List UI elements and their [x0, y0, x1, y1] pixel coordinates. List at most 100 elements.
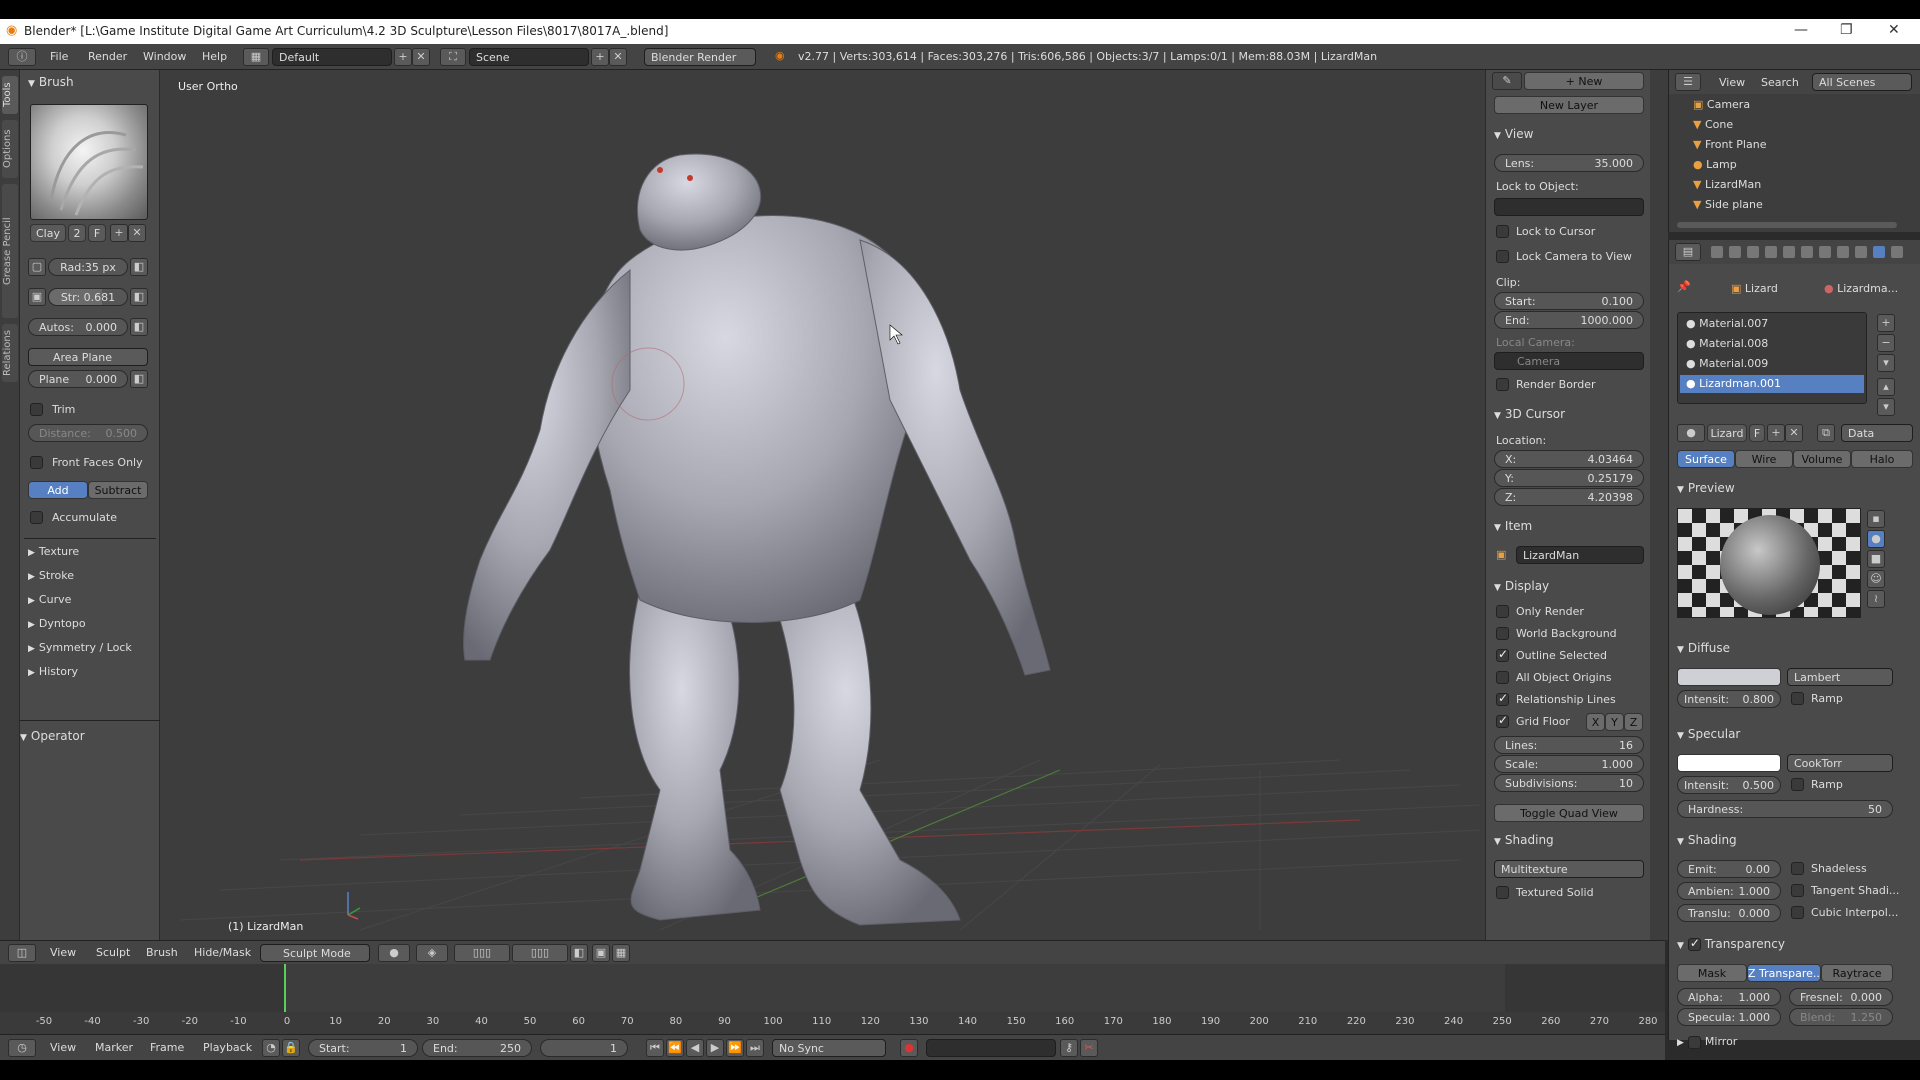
shading-props-header[interactable]: ▼ Shading	[1669, 830, 1920, 850]
brush-fake-user[interactable]: F	[88, 224, 106, 242]
material-fake-user[interactable]: F	[1749, 424, 1765, 442]
radius-unit-icon[interactable]: ▢	[28, 258, 46, 276]
layers-right-icon[interactable]: ▯▯▯	[512, 944, 568, 962]
hardness-slider[interactable]: Hardness: 50	[1677, 800, 1893, 818]
prev-keyframe-icon[interactable]: ⏪	[666, 1039, 684, 1057]
minimize-button[interactable]: —	[1794, 22, 1808, 38]
add-slot-icon[interactable]: +	[1877, 314, 1895, 332]
material-slot-item[interactable]: ● Material.009	[1680, 355, 1864, 373]
menu-file[interactable]: File	[50, 50, 68, 63]
tab-wire[interactable]: Wire	[1735, 450, 1793, 468]
outliner-scope-dropdown[interactable]: All Scenes	[1812, 73, 1912, 91]
play-icon[interactable]: ▶	[706, 1039, 724, 1057]
preview-panel-header[interactable]: ▼ Preview	[1669, 478, 1920, 498]
distance-slider[interactable]: Distance: 0.500	[28, 424, 148, 442]
play-reverse-icon[interactable]: ◀	[686, 1039, 704, 1057]
new-layer-button[interactable]: New Layer	[1494, 96, 1644, 114]
stroke-panel-header[interactable]: ▶ Stroke	[20, 566, 159, 586]
outliner-scrollbar[interactable]	[1677, 222, 1897, 228]
view-panel-header[interactable]: ▼ View	[1486, 124, 1650, 144]
current-frame-field[interactable]: 1	[540, 1039, 628, 1057]
transparency-ztransp-button[interactable]: Z Transpare...	[1747, 964, 1821, 982]
operator-panel-header[interactable]: ▼ Operator	[12, 726, 151, 746]
outliner-item-lizardman[interactable]: ▼ LizardMan	[1693, 178, 1913, 198]
editor-type-icon[interactable]: ⓘ	[8, 48, 36, 66]
dyntopo-panel-header[interactable]: ▶ Dyntopo	[20, 614, 159, 634]
tab-tools[interactable]: Tools	[2, 76, 18, 114]
preview-flat-icon[interactable]: ▪	[1867, 510, 1885, 528]
lock-to-cursor-checkbox[interactable]	[1496, 225, 1509, 238]
timeline-menu-playback[interactable]: Playback	[203, 1041, 252, 1054]
slot-specials-icon[interactable]: ▾	[1877, 354, 1895, 372]
timeline[interactable]: -50 -40 -30 -20 -10 0 10 20 30 40 50 60 70 80 90 100 110…	[0, 964, 1665, 1034]
diffuse-color-swatch[interactable]	[1677, 668, 1781, 686]
outliner-item-lamp[interactable]: ● Lamp	[1693, 158, 1913, 178]
item-name-field[interactable]: LizardMan	[1516, 546, 1644, 564]
radius-slider[interactable]: Rad:35 px	[48, 258, 128, 276]
sync-mode-dropdown[interactable]: No Sync	[772, 1039, 886, 1057]
remove-slot-icon[interactable]: −	[1877, 334, 1895, 352]
outliner-editor-icon[interactable]: ☰	[1675, 73, 1701, 91]
render-border-checkbox[interactable]	[1496, 378, 1509, 391]
preview-monkey-icon[interactable]: ☺	[1867, 570, 1885, 588]
3d-viewport[interactable]: User Ortho (1) LizardMan	[160, 70, 1485, 940]
viewport-shading-icon[interactable]: ●	[378, 944, 410, 962]
axis-y-toggle[interactable]: Y	[1605, 713, 1624, 731]
blend-slider[interactable]: Blend: 1.250	[1789, 1008, 1893, 1026]
insert-keyframe-icon[interactable]: ⚷	[1060, 1039, 1078, 1057]
render-animation-icon[interactable]: ▦	[612, 944, 630, 962]
specular-alpha-slider[interactable]: Specula: 1.000	[1677, 1008, 1781, 1026]
jump-end-icon[interactable]: ⏭	[746, 1039, 764, 1057]
render-preview-icon[interactable]: ▣	[592, 944, 610, 962]
plane-offset-icon[interactable]: ◧	[130, 370, 148, 388]
mirror-panel-header[interactable]: ▶ Mirror	[1669, 1032, 1920, 1052]
grease-pencil-icon[interactable]: ✎	[1492, 72, 1522, 90]
specular-color-swatch[interactable]	[1677, 754, 1781, 772]
material-name-field[interactable]: Lizard	[1707, 424, 1747, 442]
all-origins-checkbox[interactable]	[1496, 671, 1509, 684]
local-camera-field[interactable]: Camera	[1494, 352, 1644, 370]
outliner-item-front-plane[interactable]: ▼ Front Plane	[1693, 138, 1913, 158]
material-browse-icon[interactable]: ●	[1677, 424, 1705, 442]
toggle-quad-view-button[interactable]: Toggle Quad View	[1494, 804, 1644, 822]
menu-window[interactable]: Window	[143, 50, 186, 63]
clip-start-slider[interactable]: Start: 0.100	[1494, 292, 1644, 310]
textured-solid-checkbox[interactable]	[1496, 886, 1509, 899]
axis-z-toggle[interactable]: Z	[1624, 713, 1643, 731]
strength-unit-icon[interactable]: ▣	[28, 288, 46, 306]
viewport-menu-hide-mask[interactable]: Hide/Mask	[194, 946, 251, 959]
next-keyframe-icon[interactable]: ⏩	[726, 1039, 744, 1057]
texture-panel-header[interactable]: ▶ Texture	[20, 542, 159, 562]
front-faces-checkbox[interactable]	[30, 456, 43, 469]
cursor-z-field[interactable]: Z: 4.20398	[1494, 488, 1644, 506]
tab-surface[interactable]: Surface	[1677, 450, 1735, 468]
brush-name-field[interactable]: Clay	[30, 224, 66, 242]
brush-users-count[interactable]: 2	[68, 224, 86, 242]
transparency-raytrace-button[interactable]: Raytrace	[1821, 964, 1893, 982]
add-layout-icon[interactable]: +	[394, 48, 412, 66]
pin-icon[interactable]: 📌	[1677, 280, 1691, 293]
new-brush-icon[interactable]: +	[110, 224, 128, 242]
render-engine-dropdown[interactable]: Blender Render	[644, 48, 756, 66]
emit-slider[interactable]: Emit: 0.00	[1677, 860, 1781, 878]
symmetry-panel-header[interactable]: ▶ Symmetry / Lock	[20, 638, 159, 658]
lock-object-field[interactable]	[1494, 198, 1644, 216]
local-layer-icon[interactable]: ◧	[570, 944, 588, 962]
tab-grease-pencil[interactable]: Grease Pencil	[2, 184, 18, 318]
lock-camera-checkbox[interactable]	[1496, 250, 1509, 263]
transparency-mask-button[interactable]: Mask	[1677, 964, 1747, 982]
start-frame-field[interactable]: Start: 1	[308, 1039, 418, 1057]
relationship-lines-checkbox[interactable]	[1496, 691, 1509, 706]
world-background-checkbox[interactable]	[1496, 627, 1509, 640]
menu-render[interactable]: Render	[88, 50, 127, 63]
clip-end-slider[interactable]: End: 1000.000	[1494, 311, 1644, 329]
alpha-slider[interactable]: Alpha: 1.000	[1677, 988, 1781, 1006]
cursor-x-field[interactable]: X: 4.03464	[1494, 450, 1644, 468]
viewport-menu-brush[interactable]: Brush	[146, 946, 178, 959]
add-scene-icon[interactable]: +	[591, 48, 609, 66]
timeline-menu-frame[interactable]: Frame	[150, 1041, 184, 1054]
fresnel-slider[interactable]: Fresnel: 0.000	[1789, 988, 1893, 1006]
outliner-view-menu[interactable]: View	[1719, 76, 1745, 89]
node-material-icon[interactable]: ⧉	[1817, 424, 1835, 442]
delete-keyframe-icon[interactable]: ✂	[1080, 1039, 1098, 1057]
